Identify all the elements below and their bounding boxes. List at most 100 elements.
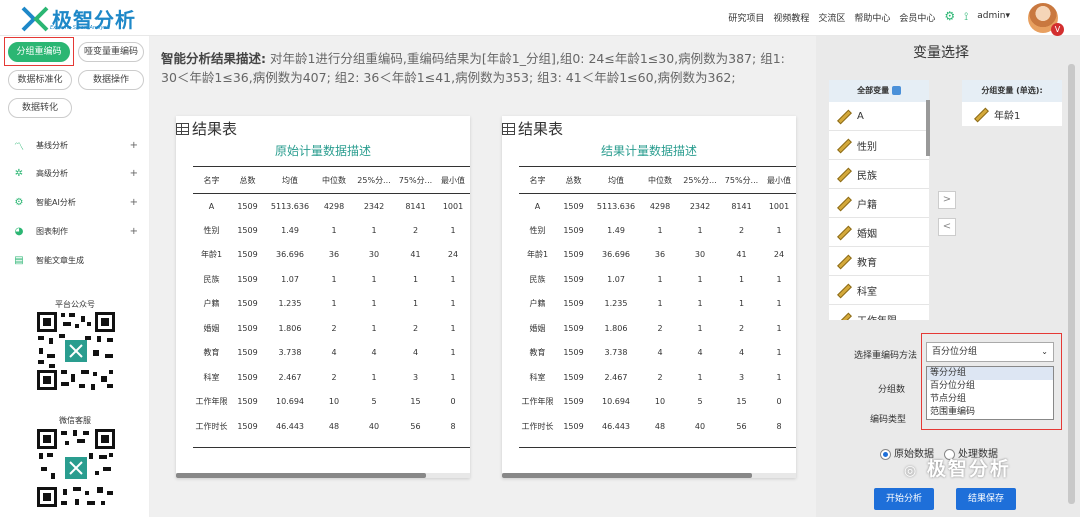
- table-cell: 1: [776, 299, 782, 309]
- row-variable-name: 性别: [529, 225, 546, 235]
- menu-label: 高级分析: [36, 168, 68, 178]
- panel-title-text: 结果表: [192, 120, 238, 138]
- info-icon[interactable]: [891, 86, 901, 95]
- table-row: 科室 1509 2.467 2 1 3 1: [193, 365, 470, 390]
- column-header[interactable]: 中位数: [641, 166, 679, 194]
- menu-article-generation[interactable]: ▤ 智能文章生成: [12, 250, 142, 270]
- column-header[interactable]: 75%分...: [721, 166, 762, 194]
- column-header[interactable]: 中位数: [315, 166, 353, 194]
- result-table-title: 结果表: [502, 118, 563, 139]
- menu-chart-making[interactable]: ◕ 图表制作 +: [12, 221, 142, 241]
- panel-title-text: 结果表: [518, 120, 564, 138]
- column-header[interactable]: 75%分...: [395, 166, 436, 194]
- column-header[interactable]: 25%分...: [679, 166, 721, 194]
- column-header[interactable]: 最小值: [436, 166, 470, 194]
- table-cell: 30: [368, 250, 380, 260]
- horizontal-scrollbar[interactable]: [176, 473, 470, 478]
- variable-item[interactable]: 工作年限: [829, 305, 929, 321]
- row-variable-name: 工作年限: [521, 397, 554, 407]
- table-cell: 1509: [563, 348, 584, 358]
- menu-advanced-analysis[interactable]: ✲ 高级分析 +: [12, 163, 142, 183]
- move-left-button[interactable]: <: [938, 218, 956, 236]
- table-cell: 1: [776, 274, 782, 284]
- variable-item[interactable]: 教育: [829, 247, 929, 276]
- table-cell: 5: [697, 397, 703, 407]
- variable-selection-title: 变量选择: [913, 45, 969, 61]
- table-cell: 1: [697, 323, 703, 333]
- chart-line-icon: 〽: [14, 141, 24, 153]
- variable-item[interactable]: A: [829, 102, 929, 131]
- tab-data-ops[interactable]: 数据操作: [78, 70, 144, 90]
- table-cell: 4: [657, 348, 663, 358]
- qr-code-official: [35, 310, 117, 392]
- tab-data-transform[interactable]: 数据转化: [8, 98, 72, 118]
- row-variable-name: 工作年限: [195, 397, 228, 407]
- pencil-icon: [974, 108, 986, 120]
- table-cell: 5: [371, 397, 377, 407]
- column-header[interactable]: 名字: [193, 166, 230, 194]
- variable-item[interactable]: 户籍: [829, 189, 929, 218]
- column-header[interactable]: 均值: [591, 166, 641, 194]
- table-cell: 2: [657, 323, 663, 333]
- variable-list-scrollbar[interactable]: [926, 100, 930, 156]
- all-variables-label: 全部变量: [857, 86, 890, 95]
- table-cell: 1001: [442, 201, 464, 211]
- table-body: A 1509 5113.636 4298 2342 8141 1001 性别 1509 1.49 1…: [519, 194, 796, 439]
- scrollbar-thumb[interactable]: [176, 473, 426, 478]
- table-cell: 1: [738, 299, 745, 309]
- table-cell: 1509: [237, 250, 258, 260]
- menu-label: 智能文章生成: [36, 255, 84, 265]
- menu-baseline-analysis[interactable]: 〽 基线分析 +: [12, 135, 142, 155]
- table-cell: 1509: [237, 201, 258, 211]
- move-right-button[interactable]: >: [938, 191, 956, 209]
- table-cell: 1: [776, 348, 782, 358]
- nav-community[interactable]: 交流区: [818, 11, 845, 24]
- skin-theme-icon[interactable]: ⟟: [964, 10, 968, 24]
- table-cell: 1.806: [604, 323, 628, 333]
- table-cell: 1509: [563, 397, 584, 407]
- table-cell: 1.49: [281, 225, 299, 235]
- save-result-button[interactable]: 结果保存: [956, 488, 1016, 510]
- variable-label: 工作年限: [857, 312, 897, 321]
- original-result-panel: 结果表 原始计量数据描述 名字 总数 均值 中位数 25%分... 75%分..…: [176, 116, 470, 478]
- tab-dummy-recode[interactable]: 哑变量重编码: [78, 42, 144, 62]
- horizontal-scrollbar[interactable]: [502, 473, 796, 478]
- nav-research-projects[interactable]: 研究项目: [728, 11, 764, 24]
- column-header[interactable]: 均值: [265, 166, 315, 194]
- table-cell: 40: [368, 421, 380, 431]
- table-cell: 4: [371, 348, 377, 358]
- column-header[interactable]: 名字: [519, 166, 556, 194]
- page-scrollbar[interactable]: [1068, 64, 1075, 504]
- row-variable-name: 年龄1: [526, 250, 549, 260]
- nav-member-center[interactable]: 会员中心: [899, 11, 935, 24]
- start-analysis-button[interactable]: 开始分析: [874, 488, 934, 510]
- tab-standardize[interactable]: 数据标准化: [8, 70, 72, 90]
- column-header[interactable]: 总数: [556, 166, 591, 194]
- variable-item[interactable]: 民族: [829, 160, 929, 189]
- watermark-text: 极智分析: [926, 458, 1011, 480]
- row-variable-name: 工作时长: [521, 421, 554, 431]
- table-row: 户籍 1509 1.235 1 1 1 1: [519, 292, 796, 317]
- table-row: 工作年限 1509 10.694 10 5 15 0: [193, 390, 470, 415]
- table-row: 教育 1509 3.738 4 4 4 1: [519, 341, 796, 366]
- table-row: 科室 1509 2.467 2 1 3 1: [519, 365, 796, 390]
- scrollbar-thumb[interactable]: [502, 473, 752, 478]
- settings-gear-icon[interactable]: ⚙: [944, 9, 955, 24]
- column-header[interactable]: 25%分...: [353, 166, 395, 194]
- result-data-subtitle: 结果计量数据描述: [600, 144, 697, 158]
- menu-ai-analysis[interactable]: ⚙ 智能AI分析 +: [12, 192, 142, 212]
- table-cell: 1509: [563, 201, 584, 211]
- nav-video-tutorials[interactable]: 视频教程: [773, 11, 809, 24]
- table-cell: 1509: [563, 274, 584, 284]
- user-menu[interactable]: admin▾: [977, 11, 1010, 24]
- group-variable-item[interactable]: 年龄1: [962, 102, 1062, 126]
- variable-item[interactable]: 婚姻: [829, 218, 929, 247]
- variable-item[interactable]: 科室: [829, 276, 929, 305]
- column-header[interactable]: 总数: [230, 166, 265, 194]
- pencil-icon: [837, 226, 849, 238]
- pie-icon: ◕: [14, 225, 24, 237]
- column-header[interactable]: 最小值: [762, 166, 796, 194]
- variable-item[interactable]: 性别: [829, 131, 929, 160]
- qr-code-wechat: [35, 427, 117, 509]
- nav-help-center[interactable]: 帮助中心: [854, 11, 890, 24]
